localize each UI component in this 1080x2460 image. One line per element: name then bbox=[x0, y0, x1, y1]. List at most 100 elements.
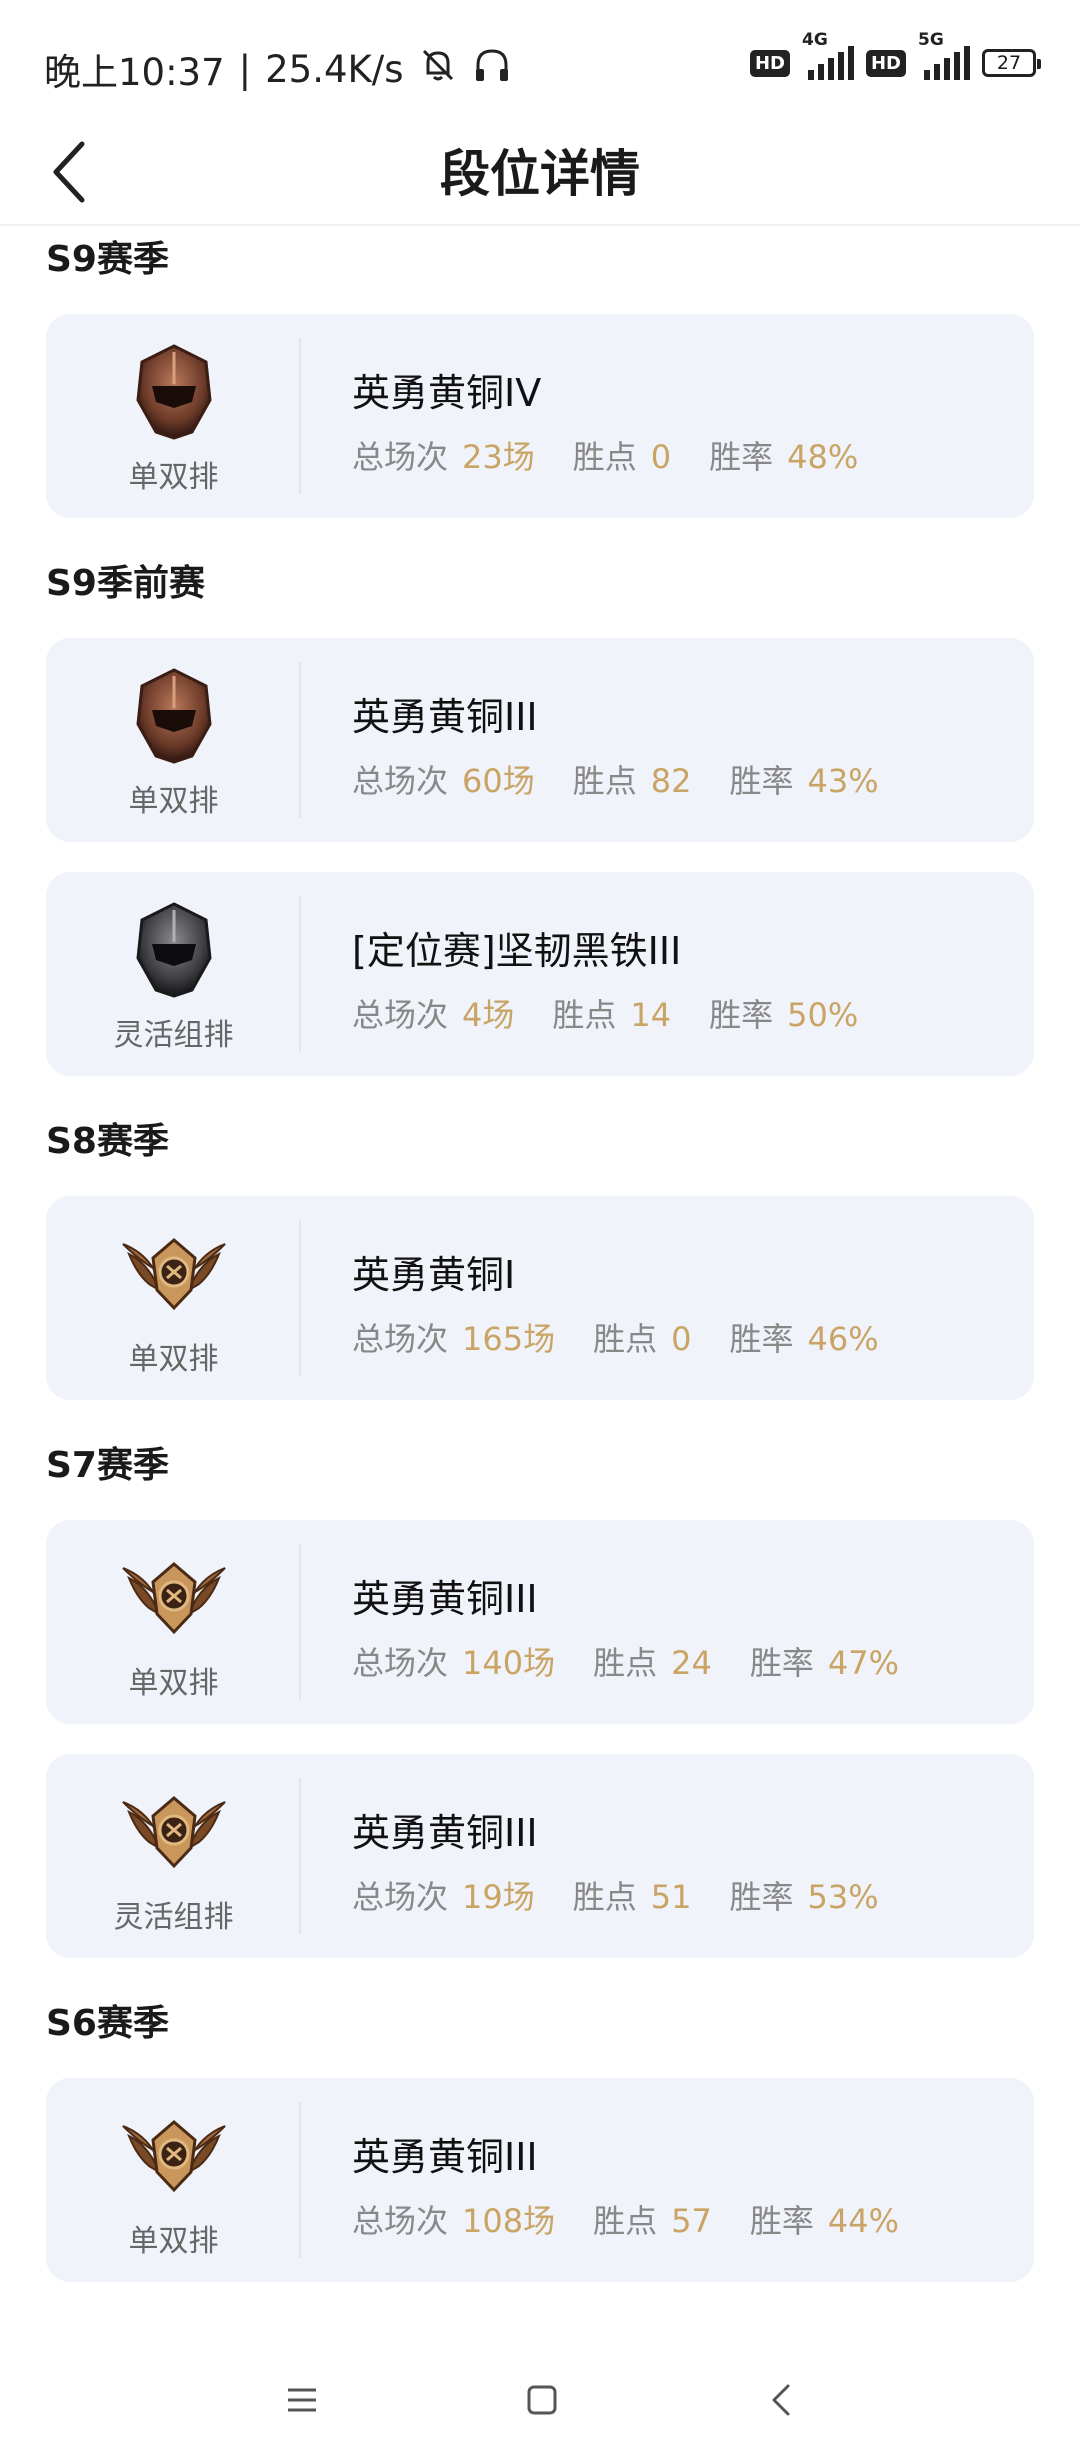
rank-card[interactable]: 单双排 英勇黄铜IV 总场次 23场 胜点 0 胜率 48% bbox=[46, 314, 1034, 518]
games-value: 23场 bbox=[462, 438, 535, 476]
bronze-winged-emblem-icon bbox=[122, 1238, 226, 1311]
card-divider bbox=[299, 662, 301, 818]
queue-type: 单双排 bbox=[128, 1666, 219, 1701]
games-value: 140场 bbox=[462, 1644, 556, 1682]
winrate-value: 44% bbox=[827, 2202, 899, 2240]
rank-card-left: 灵活组排 bbox=[46, 1754, 301, 1958]
status-separator: | bbox=[238, 47, 252, 91]
season-title: S7赛季 bbox=[46, 1445, 169, 1486]
queue-type: 灵活组排 bbox=[113, 1900, 234, 1935]
games-label: 总场次 bbox=[352, 996, 449, 1034]
menu-button[interactable] bbox=[272, 2370, 332, 2430]
nav-back-button[interactable] bbox=[752, 2370, 812, 2430]
points-value: 57 bbox=[671, 2202, 712, 2240]
queue-type: 灵活组排 bbox=[113, 1018, 234, 1053]
season-title: S9季前赛 bbox=[46, 563, 205, 604]
games-value: 108场 bbox=[462, 2202, 556, 2240]
signal-4g-icon: 4G bbox=[802, 30, 854, 80]
rank-stats: 总场次 4场 胜点 14 胜率 50% bbox=[352, 990, 858, 1036]
rank-card-left: 单双排 bbox=[46, 638, 301, 842]
points-label: 胜点 bbox=[572, 438, 637, 476]
rank-name: 英勇黄铜IV bbox=[352, 371, 542, 415]
rank-card[interactable]: 单双排 英勇黄铜III 总场次 60场 胜点 82 胜率 43% bbox=[46, 638, 1034, 842]
home-button[interactable] bbox=[512, 2370, 572, 2430]
season-title: S6赛季 bbox=[46, 2003, 169, 2044]
games-label: 总场次 bbox=[352, 1320, 449, 1358]
rank-card-left: 灵活组排 bbox=[46, 872, 301, 1076]
rank-card[interactable]: 灵活组排 英勇黄铜III 总场次 19场 胜点 51 胜率 53% bbox=[46, 1754, 1034, 1958]
rank-stats: 总场次 108场 胜点 57 胜率 44% bbox=[352, 2196, 899, 2242]
hd-badge: HD bbox=[749, 49, 790, 77]
rank-stats: 总场次 140场 胜点 24 胜率 47% bbox=[352, 1638, 899, 1684]
queue-type: 单双排 bbox=[128, 784, 219, 819]
network-5g-label: 5G bbox=[918, 30, 944, 50]
winrate-value: 48% bbox=[787, 438, 859, 476]
queue-type: 单双排 bbox=[128, 1342, 219, 1377]
points-label: 胜点 bbox=[572, 1878, 637, 1916]
bronze-winged-emblem-icon bbox=[122, 1562, 226, 1635]
points-value: 24 bbox=[671, 1644, 712, 1682]
iron-helmet-emblem-icon bbox=[136, 902, 212, 998]
status-right: HD 4G HD 5G 27 bbox=[749, 30, 1041, 80]
winrate-label: 胜率 bbox=[729, 762, 794, 800]
menu-icon bbox=[288, 2388, 316, 2412]
network-4g-label: 4G bbox=[801, 30, 828, 50]
winrate-label: 胜率 bbox=[729, 1878, 794, 1916]
bronze-winged-emblem-icon bbox=[122, 1796, 226, 1869]
winrate-label: 胜率 bbox=[709, 996, 774, 1034]
games-label: 总场次 bbox=[352, 762, 449, 800]
rank-card-left: 单双排 bbox=[46, 1196, 301, 1400]
points-value: 14 bbox=[630, 996, 672, 1034]
winrate-value: 53% bbox=[807, 1878, 879, 1916]
battery-level: 27 bbox=[996, 52, 1022, 74]
system-nav-bar bbox=[0, 2340, 1080, 2460]
games-label: 总场次 bbox=[352, 438, 449, 476]
rank-name: 英勇黄铜I bbox=[352, 1253, 516, 1297]
points-label: 胜点 bbox=[593, 1644, 658, 1682]
rank-history-list: S9赛季 单双排 英勇黄铜IV 总场次 23场 胜点 0 胜率 48% S9季前赛 bbox=[46, 226, 1034, 2314]
headphones-icon bbox=[472, 45, 512, 94]
page-title: 段位详情 bbox=[440, 145, 640, 203]
winrate-label: 胜率 bbox=[709, 438, 774, 476]
queue-type: 单双排 bbox=[128, 460, 219, 495]
games-label: 总场次 bbox=[352, 1644, 449, 1682]
signal-5g-icon: 5G bbox=[918, 30, 970, 80]
rank-card[interactable]: 单双排 英勇黄铜I 总场次 165场 胜点 0 胜率 46% bbox=[46, 1196, 1034, 1400]
card-divider bbox=[299, 2102, 301, 2258]
season-title: S9赛季 bbox=[46, 239, 169, 280]
back-triangle-icon bbox=[772, 2384, 790, 2416]
rank-card[interactable]: 灵活组排 [定位赛]坚韧黑铁III 总场次 4场 胜点 14 胜率 50% bbox=[46, 872, 1034, 1076]
card-divider bbox=[299, 1778, 301, 1934]
battery-icon: 27 bbox=[982, 49, 1041, 77]
bronze-helmet-emblem-icon bbox=[136, 668, 212, 764]
points-label: 胜点 bbox=[572, 762, 637, 800]
games-value: 4场 bbox=[462, 996, 515, 1034]
games-value: 165场 bbox=[462, 1320, 556, 1358]
card-divider bbox=[299, 338, 301, 494]
points-value: 0 bbox=[671, 1320, 692, 1358]
hd-badge-2: HD bbox=[865, 49, 906, 77]
rank-name: 英勇黄铜III bbox=[352, 1577, 538, 1621]
winrate-value: 43% bbox=[807, 762, 879, 800]
rank-card[interactable]: 单双排 英勇黄铜III 总场次 108场 胜点 57 胜率 44% bbox=[46, 2078, 1034, 2282]
rank-stats: 总场次 60场 胜点 82 胜率 43% bbox=[352, 756, 879, 802]
bronze-winged-emblem-icon bbox=[122, 2120, 226, 2193]
status-time: 晚上10:37 bbox=[44, 51, 225, 94]
card-divider bbox=[299, 896, 301, 1052]
rank-name: [定位赛]坚韧黑铁III bbox=[352, 929, 682, 973]
points-label: 胜点 bbox=[552, 996, 617, 1034]
queue-type: 单双排 bbox=[128, 2224, 219, 2259]
winrate-value: 46% bbox=[807, 1320, 879, 1358]
rank-name: 英勇黄铜III bbox=[352, 1811, 538, 1855]
rank-card[interactable]: 单双排 英勇黄铜III 总场次 140场 胜点 24 胜率 47% bbox=[46, 1520, 1034, 1724]
points-label: 胜点 bbox=[593, 1320, 658, 1358]
status-left: 晚上10:37 | 25.4K/s bbox=[44, 42, 512, 96]
games-label: 总场次 bbox=[352, 2202, 449, 2240]
rank-stats: 总场次 165场 胜点 0 胜率 46% bbox=[352, 1314, 879, 1360]
points-label: 胜点 bbox=[593, 2202, 658, 2240]
points-value: 0 bbox=[650, 438, 672, 476]
status-bar: 晚上10:37 | 25.4K/s HD 4G HD 5G 27 bbox=[0, 0, 1080, 140]
winrate-label: 胜率 bbox=[749, 1644, 814, 1682]
winrate-label: 胜率 bbox=[729, 1320, 794, 1358]
season-title: S8赛季 bbox=[46, 1121, 169, 1162]
